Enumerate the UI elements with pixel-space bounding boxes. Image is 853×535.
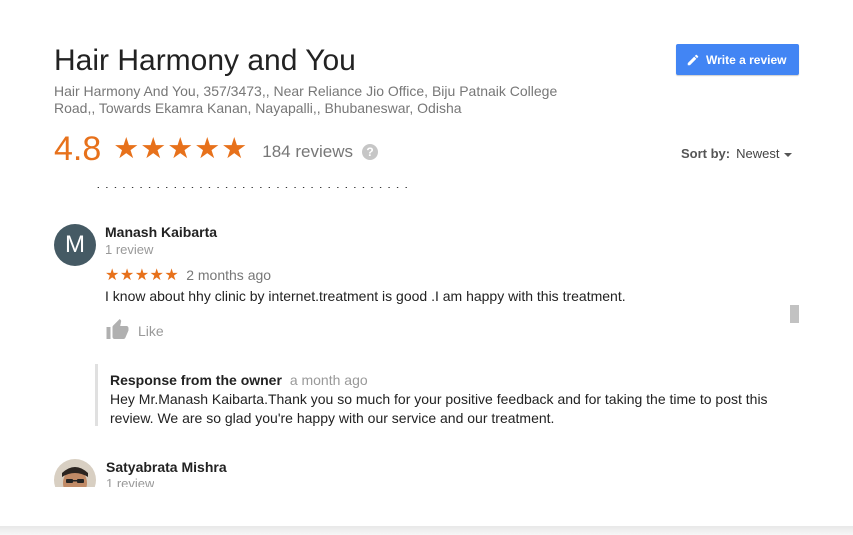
owner-response-text: Hey Mr.Manash Kaibarta.Thank you so much… xyxy=(110,391,768,426)
business-name: Hair Harmony and You xyxy=(54,44,356,77)
pencil-icon xyxy=(687,54,699,65)
owner-response-time: a month ago xyxy=(289,372,368,388)
sort-dropdown[interactable]: Sort by: Newest xyxy=(681,146,793,161)
bottom-divider xyxy=(0,526,853,535)
scrollbar-thumb[interactable] xyxy=(790,305,799,323)
sort-label: Sort by: xyxy=(681,146,731,161)
owner-response-header: Response from the owner a month ago xyxy=(110,372,368,388)
help-icon[interactable]: ? xyxy=(361,144,378,160)
owner-response-title: Response from the owner xyxy=(110,372,282,388)
reviewer-name[interactable]: Manash Kaibarta xyxy=(105,224,217,240)
write-review-label: Write a review xyxy=(706,52,787,67)
owner-response: Response from the owner a month ago Hey … xyxy=(95,364,788,426)
business-header: Hair Harmony and You Hair Harmony And Yo… xyxy=(54,44,614,117)
review-rating-row: ★★★★★ 2 months ago xyxy=(105,265,271,285)
thumbs-up-icon xyxy=(106,319,129,339)
review-time: 2 months ago xyxy=(186,267,272,283)
profile-photo-icon xyxy=(54,459,96,487)
reviewer-review-count: 1 review xyxy=(105,242,154,257)
review-count-link[interactable]: 184 reviews xyxy=(262,142,353,162)
avatar[interactable]: M xyxy=(54,224,96,266)
review-text: I know about hhy clinic by internet.trea… xyxy=(105,288,626,304)
reviewer-review-count: 1 review xyxy=(106,476,155,487)
avatar[interactable] xyxy=(54,459,96,487)
rating-summary: 4.8 ★★★★★ 184 reviews ? xyxy=(54,129,378,169)
rating-stars: ★★★★★ xyxy=(113,133,249,165)
rating-value: 4.8 xyxy=(54,130,102,168)
sort-value: Newest xyxy=(736,146,780,161)
business-address: Hair Harmony And You, 357/3473,, Near Re… xyxy=(54,83,558,116)
clipped-previous-review-text: · · · · · · · · · · · · · · · · · · · · … xyxy=(96,187,409,194)
reviewer-name[interactable]: Satyabrata Mishra xyxy=(106,459,227,475)
chevron-down-icon xyxy=(784,152,793,157)
write-review-button[interactable]: Write a review xyxy=(676,44,799,75)
review-stars: ★★★★★ xyxy=(105,267,180,284)
like-button[interactable]: Like xyxy=(105,318,164,340)
like-label: Like xyxy=(138,323,164,339)
